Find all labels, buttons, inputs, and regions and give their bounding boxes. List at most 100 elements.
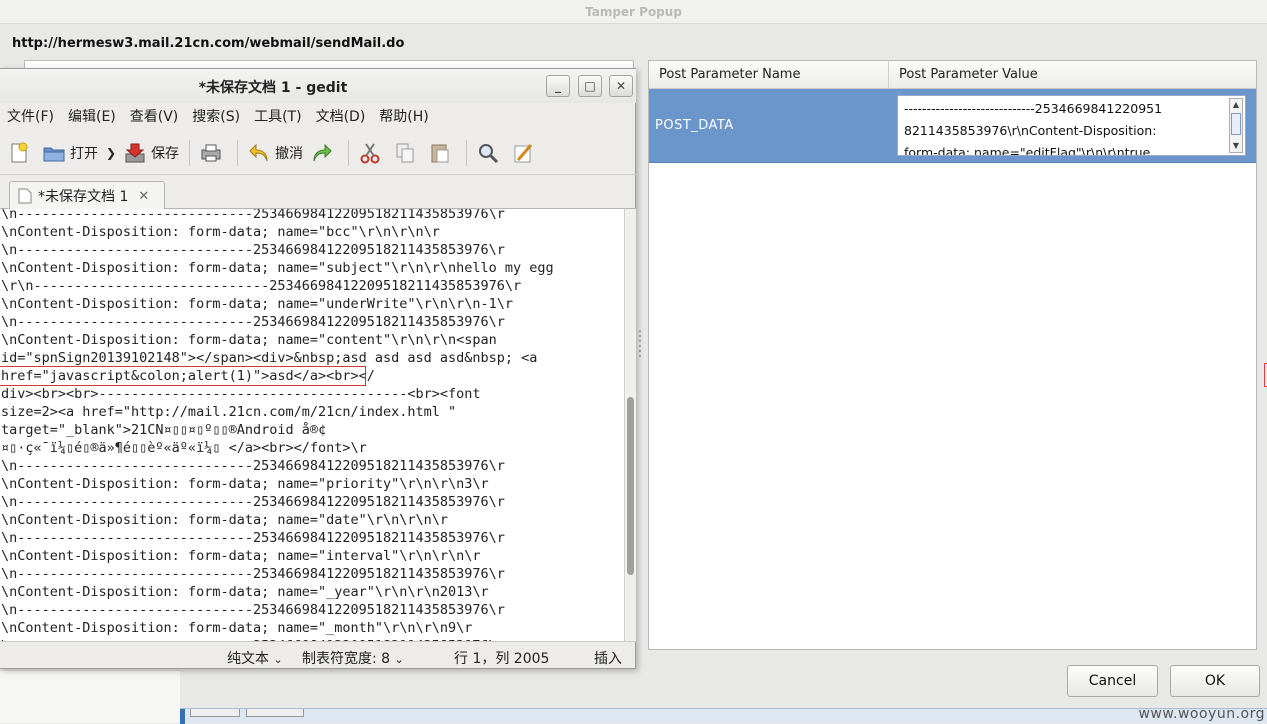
folder-icon <box>43 147 65 161</box>
scroll-thumb[interactable] <box>1231 113 1241 135</box>
chevron-down-icon: ⌄ <box>273 653 283 666</box>
value-scrollbar[interactable]: ▲ ▼ <box>1229 98 1243 153</box>
tab-close-icon[interactable]: ✕ <box>138 189 149 204</box>
editor-line: div><br><br>----------------------------… <box>1 386 481 402</box>
editor-line: \n-----------------------------253466984… <box>1 314 505 330</box>
undo-label: 撤消 <box>275 145 304 162</box>
scroll-up-icon[interactable]: ▲ <box>1230 99 1242 111</box>
editor-line: \r\n-----------------------------2534669… <box>1 278 522 294</box>
new-document-icon <box>11 142 28 162</box>
document-icon <box>18 188 32 204</box>
column-header-value[interactable]: Post Parameter Value <box>889 61 1256 88</box>
editor-line: size=2><a href="http://mail.21cn.com/m/2… <box>1 404 457 420</box>
editor-line: \nContent-Disposition: form-data; name="… <box>1 548 481 564</box>
open-button[interactable]: 打开 <box>39 137 102 169</box>
gedit-title-bar[interactable]: *未保存文档 1 - gedit _ □ ✕ <box>0 69 636 103</box>
menu-tools[interactable]: 工具(T) <box>247 103 308 131</box>
editor-line: \nContent-Disposition: form-data; name="… <box>1 584 489 600</box>
copy-button[interactable] <box>390 137 425 169</box>
replace-button[interactable] <box>508 137 543 169</box>
new-button[interactable] <box>0 137 39 169</box>
toolbar-separator <box>466 139 468 166</box>
editor-line: id="spnSign20139102148"></span><div>&nbs… <box>1 350 538 366</box>
menu-help[interactable]: 帮助(H) <box>372 103 435 131</box>
chevron-down-icon: ❯ <box>106 145 117 160</box>
menu-file[interactable]: 文件(F) <box>0 103 61 131</box>
undo-icon <box>249 143 268 161</box>
tab-width-label: 制表符宽度: 8 <box>302 651 391 667</box>
editor-line: \nContent-Disposition: form-data; name="… <box>1 476 489 492</box>
search-icon <box>479 143 499 163</box>
paste-icon <box>431 144 449 162</box>
printer-icon <box>201 144 221 161</box>
paste-button[interactable] <box>425 137 460 169</box>
column-header-name[interactable]: Post Parameter Name <box>649 61 889 88</box>
editor-line: \n-----------------------------253466984… <box>1 530 505 546</box>
open-dropdown[interactable]: ❯ <box>102 137 120 169</box>
post-parameter-table: Post Parameter Name Post Parameter Value… <box>648 60 1257 650</box>
undo-button[interactable]: 撤消 <box>244 137 307 169</box>
editor-line: \nContent-Disposition: form-data; name="… <box>1 224 440 240</box>
strip-accent <box>180 709 185 724</box>
editor-line: \nContent-Disposition: form-data; name="… <box>1 512 449 528</box>
background-button <box>190 709 240 717</box>
tamper-left-panel <box>24 60 634 68</box>
editor-line: \nContent-Disposition: form-data; name="… <box>1 296 514 312</box>
find-button[interactable] <box>473 137 508 169</box>
tab-label: *未保存文档 1 <box>38 189 129 205</box>
request-url: http://hermesw3.mail.21cn.com/webmail/se… <box>12 36 405 51</box>
replace-icon <box>514 143 533 162</box>
toolbar-separator <box>237 139 239 166</box>
print-button[interactable] <box>196 137 231 169</box>
editor-content[interactable]: \n-----------------------------253466984… <box>0 209 624 641</box>
parameter-value-textarea[interactable]: -----------------------------25346698412… <box>897 95 1246 156</box>
table-row[interactable]: POST_DATA -----------------------------2… <box>649 89 1256 163</box>
cancel-button[interactable]: Cancel <box>1067 665 1158 697</box>
cut-button[interactable] <box>355 137 390 169</box>
gedit-window: *未保存文档 1 - gedit _ □ ✕ 文件(F) 编辑(E) 查看(V)… <box>0 68 636 669</box>
parameter-value-text: -----------------------------25346698412… <box>904 101 1163 156</box>
ok-button[interactable]: OK <box>1170 665 1260 697</box>
language-label: 纯文本 <box>227 651 269 667</box>
menu-search[interactable]: 搜索(S) <box>185 103 247 131</box>
scroll-thumb[interactable] <box>627 397 634 575</box>
background-left-area <box>0 670 180 723</box>
highlight-box <box>0 366 366 386</box>
menu-documents[interactable]: 文档(D) <box>309 103 373 131</box>
menu-view[interactable]: 查看(V) <box>123 103 186 131</box>
language-selector[interactable]: 纯文本 ⌄ <box>227 648 283 668</box>
tab-width-selector[interactable]: 制表符宽度: 8 ⌄ <box>302 648 404 668</box>
document-tabs: *未保存文档 1 ✕ <box>0 175 636 210</box>
gedit-window-title: *未保存文档 1 - gedit <box>198 80 348 96</box>
tab-document-1[interactable]: *未保存文档 1 ✕ <box>9 181 165 210</box>
table-header: Post Parameter Name Post Parameter Value <box>649 61 1256 89</box>
editor-scrollbar[interactable] <box>624 209 636 641</box>
save-label: 保存 <box>151 145 180 162</box>
open-label: 打开 <box>70 145 98 162</box>
toolbar-separator <box>189 139 191 166</box>
minimize-icon[interactable]: _ <box>546 75 570 97</box>
toolbar: 打开 ❯ 保存 撤消 <box>0 131 636 175</box>
editor-line: \nContent-Disposition: form-data; name="… <box>1 260 554 276</box>
tamper-title-bar: Tamper Popup <box>0 0 1267 24</box>
editor-line: ¤▯·ç«¯ï¼▯é▯®ä»¶é▯▯èº«äº«ï¼▯ </a><br></fo… <box>1 440 367 456</box>
editor-line: \n-----------------------------253466984… <box>1 242 505 258</box>
text-editor[interactable]: \n-----------------------------253466984… <box>0 209 624 641</box>
editor-line: \n-----------------------------253466984… <box>1 602 505 618</box>
status-bar: 纯文本 ⌄ 制表符宽度: 8 ⌄ 行 1，列 2005 插入 <box>0 641 636 670</box>
pane-resize-handle[interactable] <box>638 330 642 366</box>
save-icon <box>125 143 145 162</box>
scroll-down-icon[interactable]: ▼ <box>1230 140 1242 152</box>
save-button[interactable]: 保存 <box>120 137 183 169</box>
menu-bar: 文件(F) 编辑(E) 查看(V) 搜索(S) 工具(T) 文档(D) 帮助(H… <box>0 103 636 131</box>
copy-icon <box>396 143 414 162</box>
insert-mode: 插入 <box>594 651 622 667</box>
chevron-down-icon: ⌄ <box>394 653 404 666</box>
editor-line: \nContent-Disposition: form-data; name="… <box>1 332 497 348</box>
maximize-icon[interactable]: □ <box>578 75 602 97</box>
redo-button[interactable] <box>307 137 342 169</box>
editor-line: \nContent-Disposition: form-data; name="… <box>1 620 473 636</box>
menu-edit[interactable]: 编辑(E) <box>61 103 123 131</box>
redo-icon <box>313 143 332 161</box>
close-icon[interactable]: ✕ <box>609 75 633 97</box>
